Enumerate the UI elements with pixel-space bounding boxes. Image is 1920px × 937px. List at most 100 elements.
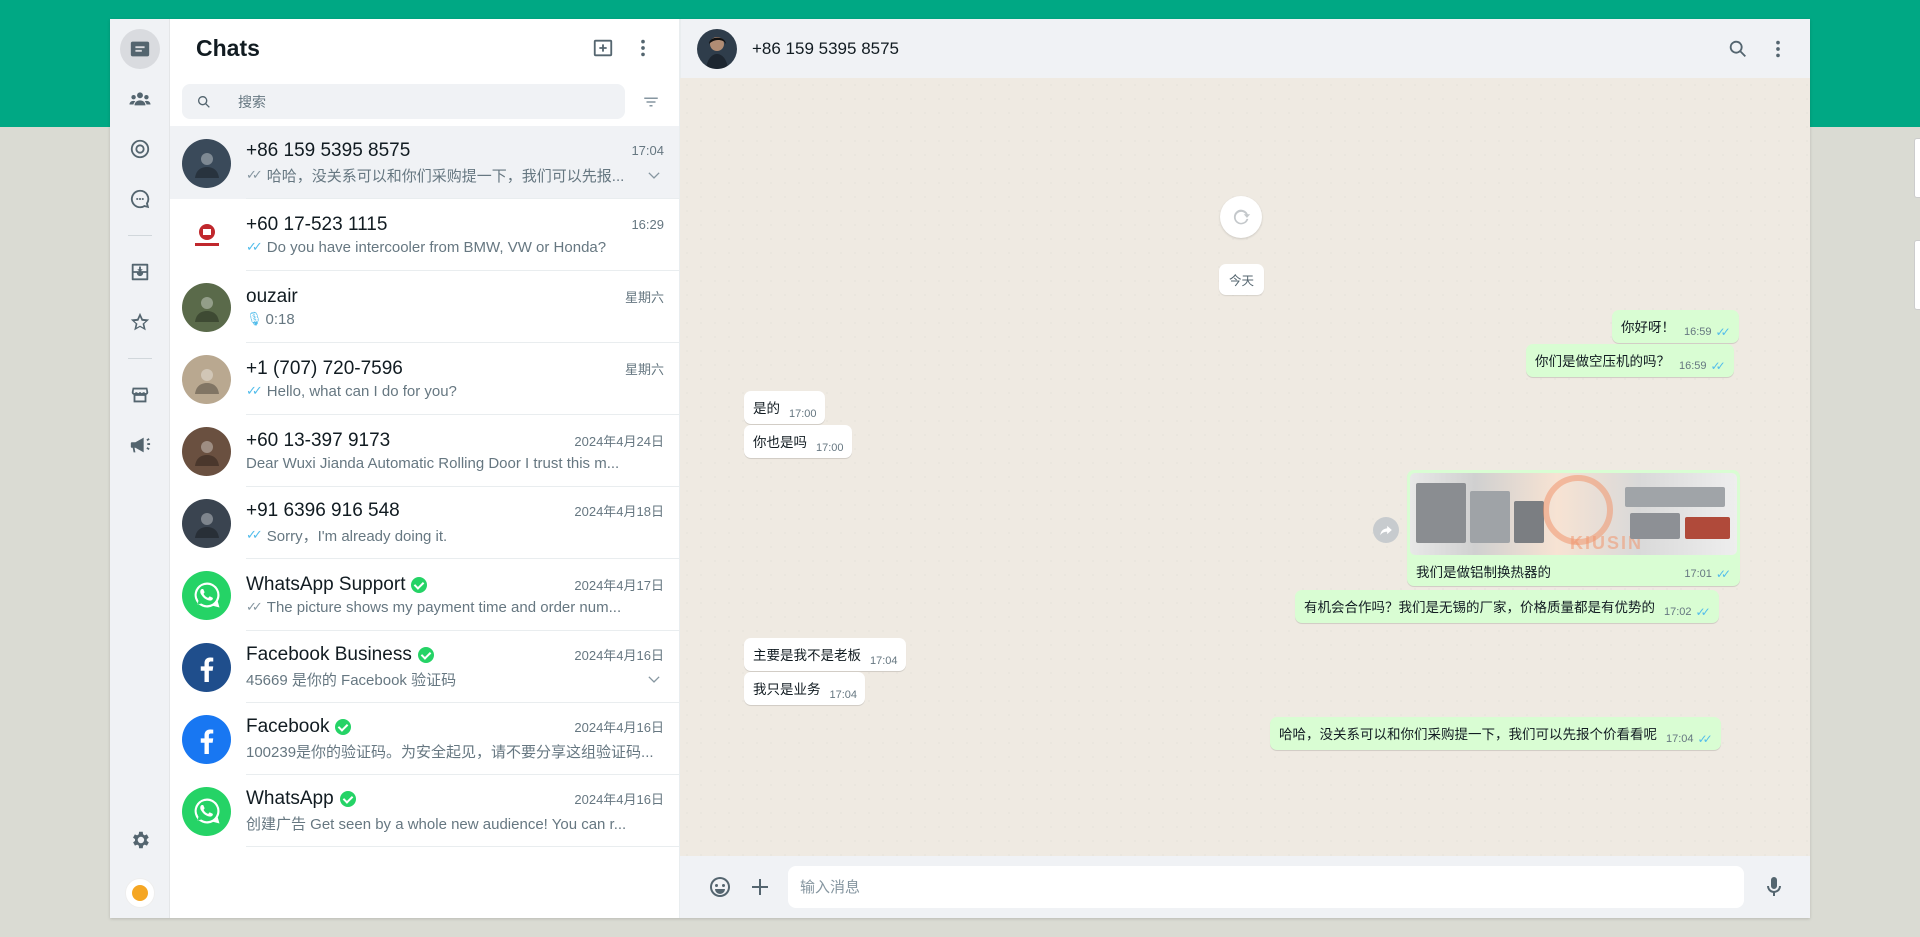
message-incoming[interactable]: 主要是我不是老板 17:04 <box>744 638 906 671</box>
chat-avatar[interactable] <box>182 210 231 260</box>
message-time: 17:00 <box>816 442 844 454</box>
message-input-box[interactable] <box>788 866 1744 908</box>
image-product-shape <box>1470 491 1510 543</box>
chevron-down-icon <box>648 676 660 683</box>
message-area: 今天 你好呀！ 16:59 ✓✓ 你们是做空压机的吗？ 16:59 ✓✓ 是的 17… <box>680 78 1810 856</box>
chat-name-text: WhatsApp <box>246 787 334 809</box>
attach-button[interactable] <box>740 867 780 907</box>
archive-icon <box>131 263 148 281</box>
contact-avatar[interactable] <box>697 28 737 69</box>
chat-item-body: +60 13-397 9173 2024年4月24日 Dear Wuxi Jiand… <box>246 415 679 487</box>
ads-nav-button[interactable] <box>120 425 160 465</box>
emoji-button[interactable] <box>700 867 740 907</box>
chat-preview: Dear Wuxi Jianda Automatic Rolling Door … <box>246 455 664 472</box>
chat-list-item[interactable]: +91 6396 916 548 2024年4月18日 ✓✓ Sorry，I'm al… <box>170 487 679 559</box>
whatsapp-app: Chats +86 159 5395 857517:04✓✓哈哈，没关系可以和你… <box>110 19 1810 918</box>
chat-avatar[interactable] <box>182 714 231 764</box>
read-receipt-icon: ✓✓ <box>1697 732 1713 746</box>
chat-time: 2024年4月17日 <box>574 578 664 593</box>
chat-avatar[interactable] <box>182 570 231 620</box>
chat-options-chevron[interactable] <box>644 165 664 185</box>
chat-list-item[interactable]: ouzair 星期六 🎙 0:18 <box>170 271 679 343</box>
chat-list-item[interactable]: Facebook 2024年4月16日 100239是你的验证码。为安全起见，请不要… <box>170 703 679 775</box>
new-chat-button[interactable] <box>583 28 623 68</box>
microphone-icon <box>1767 877 1781 896</box>
search-box[interactable] <box>182 84 625 119</box>
message-time: 17:04 <box>870 655 898 667</box>
contact-name[interactable]: +86 159 5395 8575 <box>752 39 1718 59</box>
message-outgoing[interactable]: 哈哈，没关系可以和你们采购提一下，我们可以先报个价看看呢 17:04 ✓✓ <box>1270 717 1721 750</box>
chat-avatar[interactable] <box>182 498 231 548</box>
message-incoming[interactable]: 我只是业务 17:04 <box>744 672 866 705</box>
message-time: 17:04 <box>829 689 858 701</box>
load-older-button[interactable] <box>1220 196 1262 238</box>
chat-avatar[interactable] <box>182 354 231 404</box>
emoji-icon <box>710 877 730 897</box>
chat-avatar[interactable] <box>182 282 231 332</box>
starred-nav-button[interactable] <box>120 302 160 342</box>
store-icon <box>131 387 148 403</box>
channels-nav-button[interactable] <box>120 179 160 219</box>
more-vertical-icon <box>641 39 645 57</box>
catalog-nav-button[interactable] <box>120 375 160 415</box>
search-input[interactable] <box>238 93 538 110</box>
chat-preview-text: 创建广告 Get seen by a whole new audience! Y… <box>246 815 627 833</box>
chat-list-item[interactable]: WhatsApp 2024年4月16日创建广告 Get seen by a who… <box>170 775 679 847</box>
chats-nav-button[interactable] <box>119 29 160 69</box>
settings-button[interactable] <box>120 820 160 860</box>
product-image[interactable]: KIUSIN <box>1410 473 1737 555</box>
message-text: 哈哈，没关系可以和你们采购提一下，我们可以先报个价看看呢 <box>1279 727 1657 742</box>
edge-tab-bottom[interactable] <box>1914 240 1920 310</box>
communities-nav-button[interactable] <box>120 79 160 119</box>
message-outgoing[interactable]: 你们是做空压机的吗？ 16:59 ✓✓ <box>1526 344 1734 377</box>
search-messages-button[interactable] <box>1718 29 1758 69</box>
message-outgoing[interactable]: 你好呀！ 16:59 ✓✓ <box>1612 310 1739 343</box>
voice-note-icon: 🎙 <box>246 311 263 326</box>
plus-icon <box>752 879 768 895</box>
chat-avatar[interactable] <box>182 642 231 692</box>
profile-logo-icon <box>132 885 148 901</box>
chat-time: 2024年4月16日 <box>574 792 664 807</box>
conversation-menu-button[interactable] <box>1758 29 1798 69</box>
chat-name: ouzair <box>246 286 625 308</box>
message-input[interactable] <box>800 878 1744 896</box>
star-icon <box>130 312 149 331</box>
chat-avatar[interactable] <box>182 426 231 476</box>
chat-name: +1 (707) 720-7596 <box>246 358 625 380</box>
chat-name: +91 6396 916 548 <box>246 500 574 522</box>
chat-time: 星期六 <box>624 290 664 305</box>
chat-preview: 🎙 0:18 <box>246 311 664 328</box>
chat-preview: ✓✓ 哈哈，没关系可以和你们采购提一下，我们可以先报... <box>246 165 638 186</box>
chat-item-body: Facebook Business 2024年4月16日 45669 是你的 Fac… <box>246 631 679 703</box>
chat-preview-text: 100239是你的验证码。为安全起见，请不要分享这组验证码... <box>246 743 654 761</box>
chat-list-item[interactable]: WhatsApp Support 2024年4月17日 ✓✓ The picture … <box>170 559 679 631</box>
chat-avatar[interactable] <box>182 138 231 188</box>
chat-list-item[interactable]: Facebook Business 2024年4月16日 45669 是你的 Fac… <box>170 631 679 703</box>
chat-list-item[interactable]: +86 159 5395 8575 17:04 ✓✓ 哈哈，没关系可以和你们采购提一下… <box>170 127 679 199</box>
message-incoming[interactable]: 是的 17:00 <box>744 391 825 424</box>
chat-item-body: WhatsApp 2024年4月16日创建广告 Get seen by a who… <box>246 775 679 847</box>
chat-preview: 创建广告 Get seen by a whole new audience! Y… <box>246 813 664 834</box>
chat-avatar[interactable] <box>182 786 231 836</box>
status-nav-button[interactable] <box>120 129 160 169</box>
archived-nav-button[interactable] <box>120 252 160 292</box>
voice-message-button[interactable] <box>1754 867 1794 907</box>
chat-list-item[interactable]: +60 13-397 9173 2024年4月24日 Dear Wuxi Jiand… <box>170 415 679 487</box>
filter-button[interactable] <box>633 84 669 120</box>
chat-preview-text: Do you have intercooler from BMW, VW or … <box>266 238 607 256</box>
message-incoming[interactable]: 你也是吗 17:00 <box>744 425 852 458</box>
chat-list-item[interactable]: +60 17-523 1115 16:29 ✓✓ Do you have interc… <box>170 199 679 271</box>
image-message[interactable]: KIUSIN 我们是做铝制换热器的 17:01 ✓✓ <box>1407 470 1740 586</box>
chat-list-item[interactable]: +1 (707) 720-7596 星期六 ✓✓ Hello, what can I … <box>170 343 679 415</box>
chat-options-chevron[interactable] <box>644 669 664 689</box>
chat-name: Facebook Business <box>246 644 574 666</box>
edge-tab-top[interactable] <box>1914 138 1920 198</box>
read-receipt-icon: ✓✓ <box>1715 325 1731 339</box>
menu-button[interactable] <box>623 28 663 68</box>
chat-time: 2024年4月16日 <box>574 720 664 735</box>
chat-item-body: +60 17-523 1115 16:29 ✓✓ Do you have interc… <box>246 199 679 271</box>
read-receipt-icon: ✓✓ <box>246 239 263 254</box>
profile-avatar[interactable] <box>125 878 155 908</box>
forward-button[interactable] <box>1373 517 1399 543</box>
message-outgoing[interactable]: 有机会合作吗？我们是无锡的厂家，价格质量都是有优势的 17:02 ✓✓ <box>1295 590 1719 623</box>
